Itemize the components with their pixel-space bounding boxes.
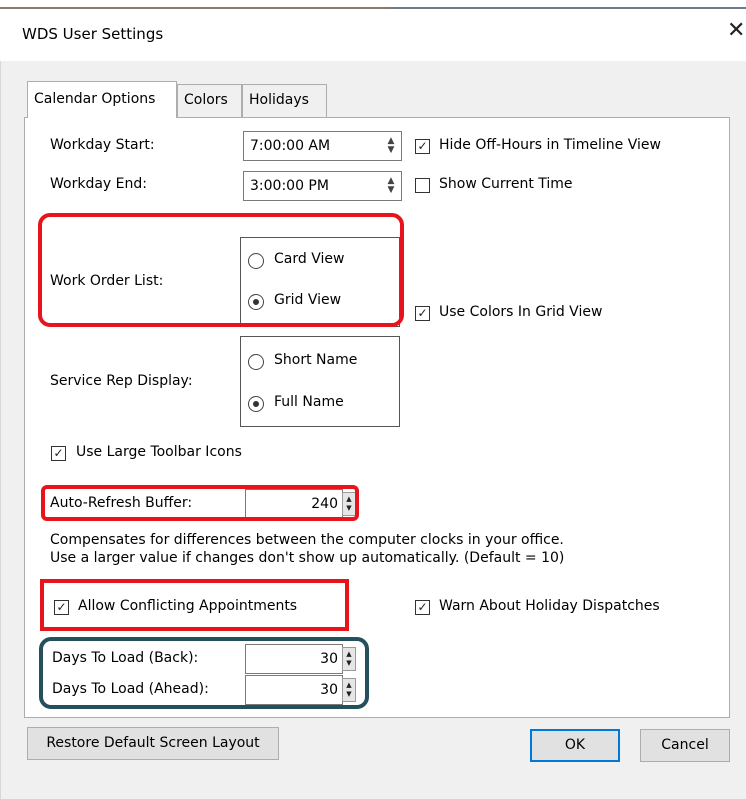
workday-end-input[interactable]: 3:00:00 PM [243,171,402,201]
work-order-list-highlight [38,213,404,327]
use-colors-grid-label: Use Colors In Grid View [439,304,603,320]
use-colors-grid-checkbox[interactable]: ✓ [415,306,430,321]
tab-calendar-options[interactable]: Calendar Options [27,81,177,118]
workday-end-value: 3:00:00 PM [250,178,329,194]
show-current-time-checkbox[interactable] [415,178,430,193]
large-toolbar-checkbox[interactable]: ✓ [51,446,66,461]
workday-start-value: 7:00:00 AM [250,138,331,154]
hide-off-hours-checkbox[interactable]: ✓ [415,139,430,154]
cancel-button[interactable]: Cancel [640,729,730,762]
show-current-time-label: Show Current Time [439,176,573,192]
workday-end-label: Workday End: [50,176,147,192]
days-to-load-highlight [39,637,369,709]
warn-holiday-label: Warn About Holiday Dispatches [439,598,660,614]
service-rep-display-group [240,336,400,427]
full-name-label: Full Name [274,394,344,410]
auto-refresh-highlight [41,485,359,521]
allow-conflicting-highlight [40,579,349,631]
hide-off-hours-label: Hide Off-Hours in Timeline View [439,137,661,153]
service-rep-display-label: Service Rep Display: [50,373,193,389]
short-name-label: Short Name [274,352,358,368]
tab-holidays[interactable]: Holidays [242,84,327,118]
workday-end-spinner[interactable]: ▲ ▼ [383,173,399,199]
restore-default-layout-button[interactable]: Restore Default Screen Layout [27,727,279,760]
full-name-radio[interactable] [248,396,264,412]
workday-start-input[interactable]: 7:00:00 AM [243,131,402,161]
background-strip [0,0,746,9]
short-name-radio[interactable] [248,354,264,370]
warn-holiday-checkbox[interactable]: ✓ [415,600,430,615]
auto-refresh-help-line-2: Use a larger value if changes don't show… [50,550,565,566]
tab-colors[interactable]: Colors [177,84,242,118]
workday-start-label: Workday Start: [50,137,155,153]
ok-button[interactable]: OK [530,729,620,762]
window-title: WDS User Settings [22,25,164,43]
auto-refresh-help-line-1: Compensates for differences between the … [50,532,564,548]
close-icon[interactable]: ✕ [727,18,745,43]
workday-start-spinner[interactable]: ▲ ▼ [383,133,399,159]
large-toolbar-label: Use Large Toolbar Icons [76,444,242,460]
